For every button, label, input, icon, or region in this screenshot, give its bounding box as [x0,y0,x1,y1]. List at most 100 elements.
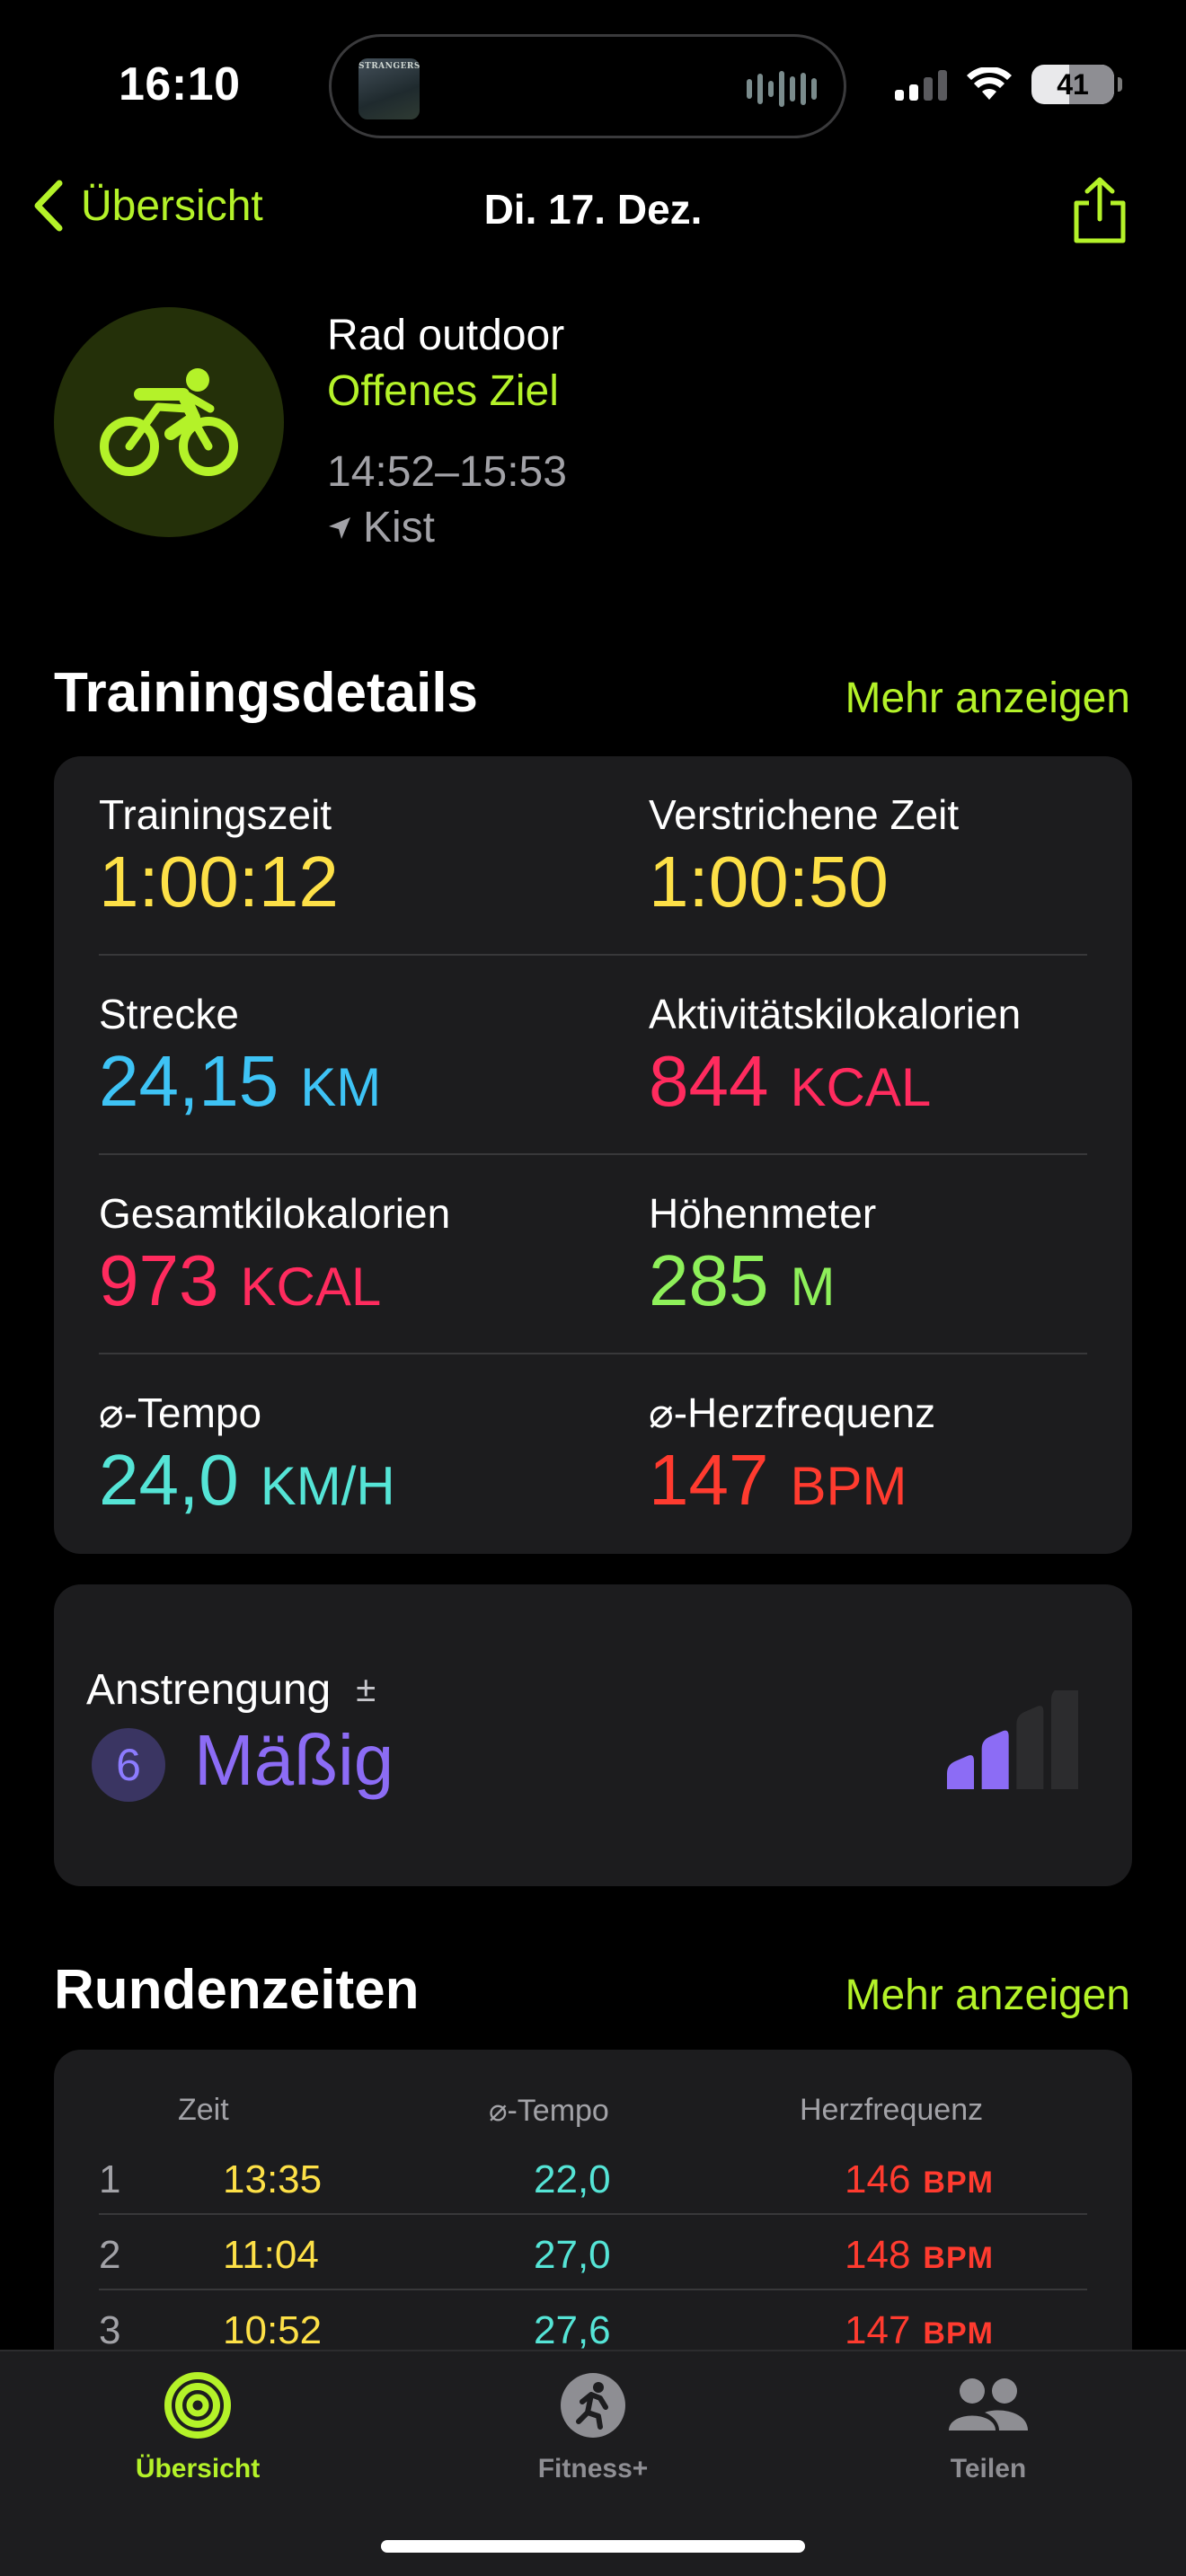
effort-score-badge: 6 [92,1728,165,1802]
metric-label: Trainingszeit [99,791,332,838]
lap-pace: 27,0 [534,2233,611,2277]
dynamic-island[interactable]: STRANGERS [329,34,846,138]
effort-label-text: Anstrengung [86,1666,332,1714]
metric-value-line: 24,0 KM/H [99,1441,395,1520]
lap-heart-rate: 147 BPM [845,2308,994,2353]
lap-number: 3 [99,2308,121,2352]
tab-fitness-plus-label: Fitness+ [537,2454,649,2483]
people-icon [949,2378,1028,2430]
effort-label: Anstrengung ± [86,1665,376,1715]
metric-value: 147 [649,1440,769,1520]
workout-location[interactable]: Kist [327,503,435,552]
metric-value-line: 1:00:50 [649,842,959,922]
location-arrow-icon [329,516,350,539]
metric-value-line: 1:00:12 [99,842,339,922]
battery-level: 41 [1057,67,1089,101]
metric-unit: KCAL [240,1257,382,1317]
workout-location-label: Kist [363,504,436,551]
metric-value-line: 285 M [649,1241,876,1320]
tab-sharing[interactable]: Teilen [881,2371,1096,2484]
lap-heart-rate-unit: BPM [923,2166,994,2200]
fitness-plus-icon [561,2373,625,2438]
workout-goal: Offenes Ziel [327,367,559,415]
cycling-workout-icon [54,307,284,537]
activity-rings-icon [164,2372,231,2439]
metric-value: 973 [99,1240,219,1320]
lap-time: 10:52 [223,2308,323,2352]
metric-row: Strecke 24,15 KM Aktivitätskilokalorien 844 K… [99,956,1087,1155]
details-more-link[interactable]: Mehr anzeigen [845,674,1130,723]
metric-row: Trainingszeit 1:00:12 Verstrichene Zeit 1:0… [99,756,1087,956]
metric-label: Strecke [99,991,239,1037]
laps-header-time: Zeit [178,2093,229,2127]
now-playing-art-text: STRANGERS [358,62,420,71]
lap-row: 2 11:04 27,0 148 BPM [99,2215,1087,2290]
status-time: 16:10 [119,58,241,110]
lap-pace: 22,0 [534,2157,611,2201]
audio-waveform-icon [747,69,817,109]
lap-heart-rate-value: 146 [845,2157,911,2201]
share-icon[interactable] [1069,176,1130,246]
metric-value: 844 [649,1041,769,1121]
metric-value-line: 147 BPM [649,1441,935,1520]
metric-value: 24,15 [99,1041,279,1121]
lap-heart-rate-value: 147 [845,2308,911,2352]
effort-level-icon [947,1690,1078,1789]
metric-cell: Verstrichene Zeit 1:00:50 [649,790,959,922]
details-card: Trainingszeit 1:00:12 Verstrichene Zeit 1:0… [54,756,1132,1554]
laps-header-hr: Herzfrequenz [800,2093,984,2127]
metric-cell: ⌀-Tempo 24,0 KM/H [99,1389,395,1520]
metric-value: 24,0 [99,1440,239,1520]
tab-overview[interactable]: Übersicht [90,2371,305,2484]
now-playing-artwork: STRANGERS [358,58,420,119]
metric-row: ⌀-Tempo 24,0 KM/H ⌀-Herzfrequenz 147 BPM [99,1354,1087,1554]
lap-time: 13:35 [223,2157,323,2201]
metric-cell: Höhenmeter 285 M [649,1189,876,1320]
metric-cell: Gesamtkilokalorien 973 KCAL [99,1189,450,1320]
tab-fitness-plus[interactable]: Fitness+ [485,2371,701,2484]
metric-unit: KM/H [260,1456,395,1516]
metric-value: 1:00:50 [649,842,889,922]
metric-value-line: 844 KCAL [649,1042,1021,1121]
metric-unit: KCAL [790,1057,932,1117]
lap-number: 2 [99,2233,121,2277]
metric-cell: ⌀-Herzfrequenz 147 BPM [649,1389,935,1520]
metric-label: ⌀-Tempo [99,1389,262,1436]
effort-level-bar [1016,1706,1044,1789]
metric-unit: KM [300,1057,382,1117]
metric-label: Aktivitätskilokalorien [649,991,1022,1037]
cellular-signal-icon [895,68,947,101]
lap-time: 11:04 [223,2233,319,2277]
details-section-title: Trainingsdetails [54,662,479,724]
metric-label: Höhenmeter [649,1190,877,1237]
metric-unit: BPM [790,1456,907,1516]
metric-value-line: 24,15 KM [99,1042,381,1121]
metric-value-line: 973 KCAL [99,1241,450,1320]
effort-card[interactable]: Anstrengung ± 6 Mäßig [54,1584,1132,1886]
metric-row: Gesamtkilokalorien 973 KCAL Höhenmeter 285 M [99,1155,1087,1354]
metric-unit: M [790,1257,836,1317]
tab-sharing-label: Teilen [950,2454,1027,2483]
metric-cell: Strecke 24,15 KM [99,990,381,1121]
laps-section-title: Rundenzeiten [54,1959,420,2021]
effort-value: Mäßig [194,1720,394,1800]
lap-row: 1 13:35 22,0 146 BPM [99,2139,1087,2215]
lap-heart-rate-value: 148 [845,2233,911,2277]
metric-label: Verstrichene Zeit [649,791,960,838]
laps-header-pace: ⌀-Tempo [489,2094,609,2128]
lap-number: 1 [99,2157,121,2201]
effort-level-bar [1051,1690,1078,1789]
effort-level-bar [981,1730,1009,1789]
lap-heart-rate-unit: BPM [923,2241,994,2275]
metric-value: 1:00:12 [99,842,339,922]
workout-type: Rad outdoor [327,312,565,359]
lap-heart-rate-unit: BPM [923,2316,994,2351]
metric-label: ⌀-Herzfrequenz [649,1389,936,1436]
metric-cell: Aktivitätskilokalorien 844 KCAL [649,990,1021,1121]
metric-value: 285 [649,1240,769,1320]
plus-minus-icon: ± [356,1670,376,1709]
effort-level-bar [947,1755,974,1789]
page-title: Di. 17. Dez. [483,186,703,233]
laps-more-link[interactable]: Mehr anzeigen [845,1971,1130,2020]
home-indicator[interactable] [381,2540,805,2553]
